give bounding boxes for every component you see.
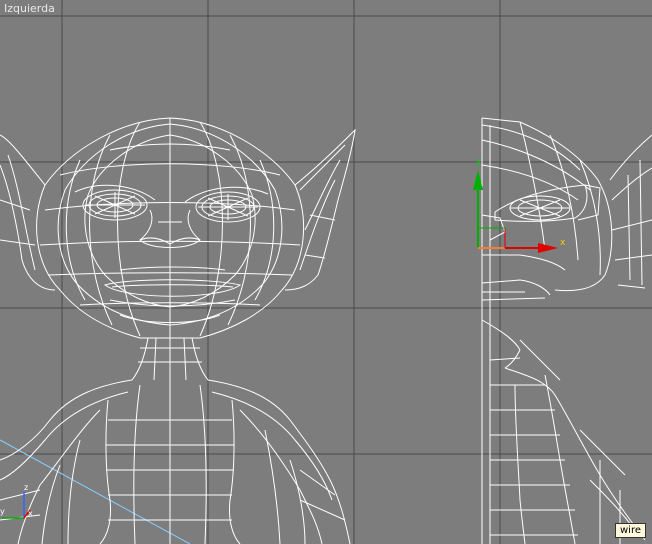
gizmo-x-label: x <box>560 238 566 248</box>
viewport-canvas[interactable]: y x z x y <box>0 0 652 544</box>
viewport-left[interactable]: Izquierda y x z x y wire <box>0 0 652 544</box>
gizmo-y-label: y <box>476 157 482 167</box>
tripod-z-label: z <box>24 483 28 492</box>
tripod-y-label: y <box>0 507 5 516</box>
helper-line <box>0 439 191 544</box>
viewport-label[interactable]: Izquierda <box>4 2 55 15</box>
render-mode-badge: wire <box>614 523 646 538</box>
wireframe-side-mesh[interactable] <box>481 117 652 544</box>
gizmo-x-arrow-icon[interactable] <box>538 243 558 253</box>
wireframe-front-mesh[interactable] <box>0 117 356 544</box>
grid <box>0 0 652 544</box>
tripod-x-label: x <box>28 509 33 518</box>
axis-tripod: z x y <box>0 483 33 519</box>
